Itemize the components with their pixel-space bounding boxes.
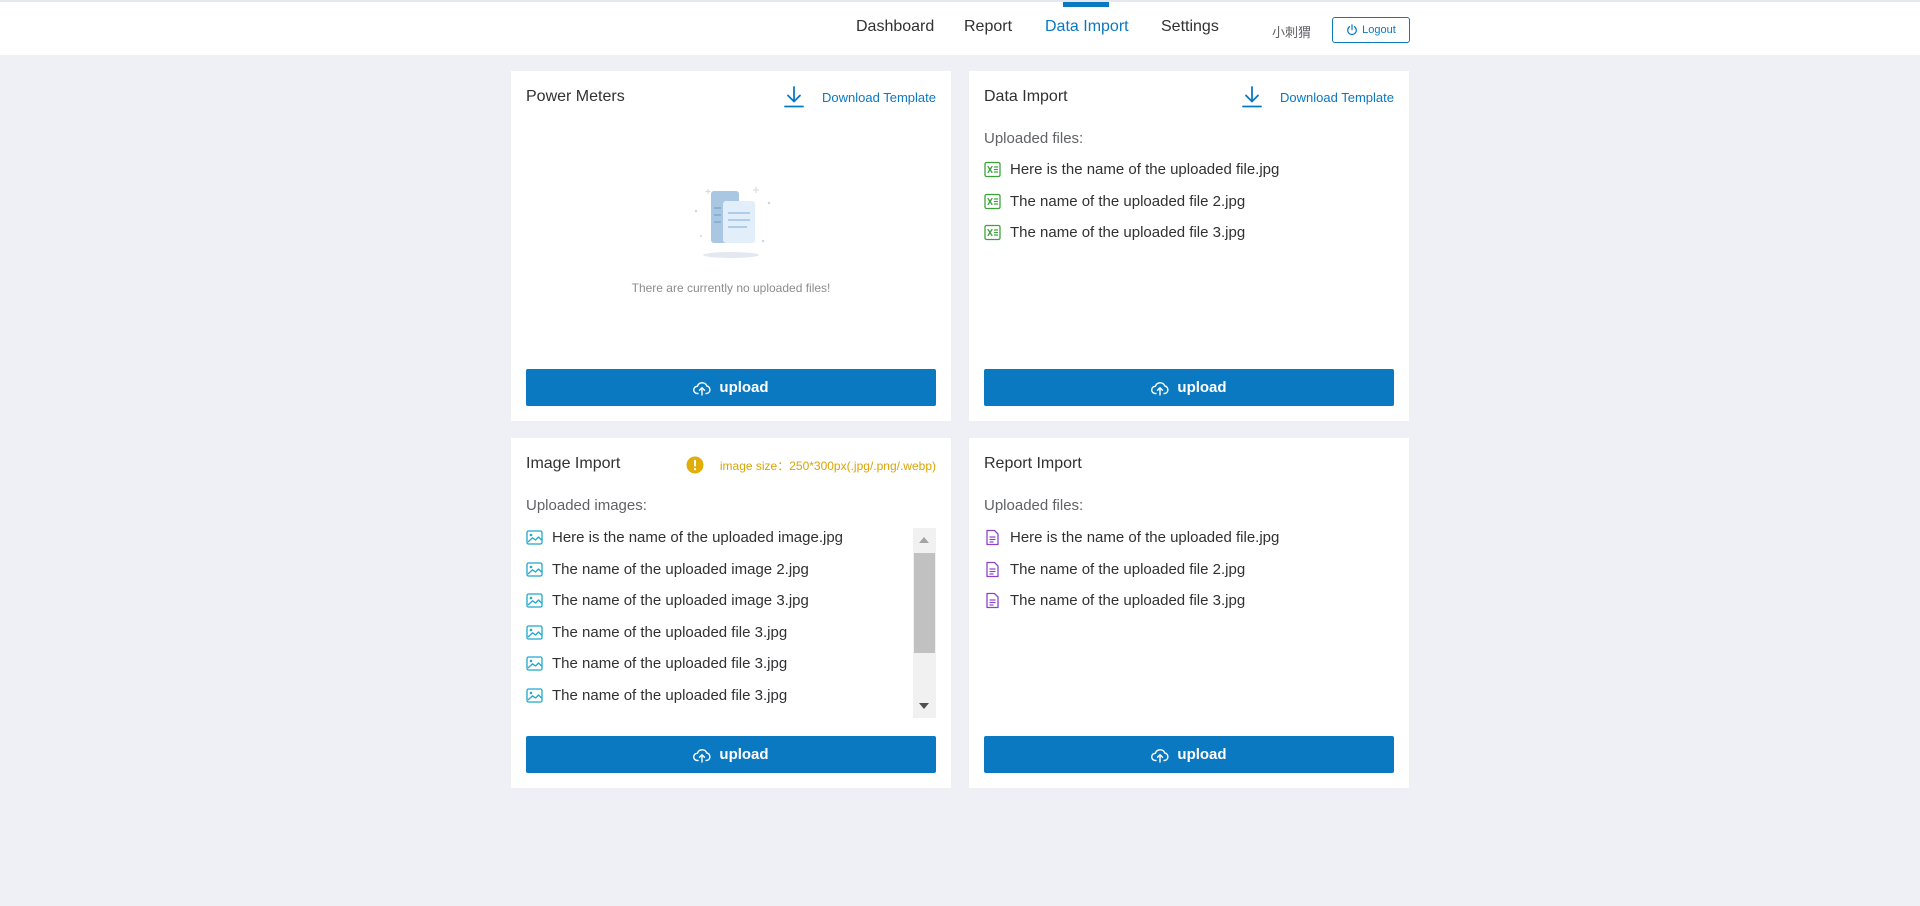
scroll-down-arrow-icon[interactable] [919,703,929,709]
image-file-icon [526,625,543,640]
excel-file-icon [984,193,1001,209]
data-import-card: Data Import Download Template Uploaded f… [969,71,1409,421]
nav-tab-dashboard[interactable]: Dashboard [856,18,934,36]
power-icon [1347,24,1357,35]
uploaded-images-scroll-area[interactable]: Here is the name of the uploaded image.j… [526,528,936,718]
empty-state: There are currently no uploaded files! [511,181,951,295]
file-name: The name of the uploaded image 2.jpg [552,560,809,578]
document-file-icon [986,561,999,577]
top-navigation-bar: Dashboard Report Data Import Settings 小刺… [0,0,1920,55]
uploaded-files-label: Uploaded files: [984,130,1084,147]
list-item[interactable]: The name of the uploaded image 2.jpg [526,554,843,586]
user-name: 小刺猬 [1272,25,1312,40]
logout-button[interactable]: Logout [1332,17,1410,43]
image-size-hint: image size：250*300px(.jpg/.png/.webp) [686,456,936,474]
list-item[interactable]: The name of the uploaded file 3.jpg [526,617,843,649]
list-item[interactable]: Here is the name of the uploaded image.j… [526,528,843,554]
image-file-icon [526,562,543,577]
upload-button[interactable]: upload [984,369,1394,406]
nav-tab-settings[interactable]: Settings [1161,18,1219,36]
upload-label: upload [1177,746,1227,763]
list-item[interactable]: The name of the uploaded file 2.jpg [984,186,1279,218]
cloud-upload-icon [693,381,711,396]
list-item[interactable]: Here is the name of the uploaded file.jp… [984,154,1279,186]
upload-label: upload [719,746,769,763]
upload-button[interactable]: upload [984,736,1394,773]
nav-tab-report[interactable]: Report [964,18,1012,36]
list-item[interactable]: The name of the uploaded file 3.jpg [984,217,1279,249]
list-item[interactable]: Here is the name of the uploaded file.jp… [984,522,1279,554]
uploaded-images-list: Here is the name of the uploaded image.j… [526,528,843,718]
list-item[interactable]: The name of the uploaded file 3.jpg [526,680,843,712]
image-size-hint-text: image size：250*300px(.jpg/.png/.webp) [719,458,936,473]
image-import-card: Image Import image size：250*300px(.jpg/.… [511,438,951,788]
image-file-icon [526,656,543,671]
image-file-icon [526,688,543,703]
upload-label: upload [1177,379,1227,396]
active-tab-indicator [1063,2,1109,7]
vertical-scrollbar[interactable] [913,528,936,718]
uploaded-images-label: Uploaded images: [526,497,647,514]
logout-label: Logout [1362,24,1396,36]
upload-label: upload [719,379,769,396]
file-name: The name of the uploaded file 3.jpg [1010,592,1246,610]
cloud-upload-icon [693,748,711,763]
file-name: The name of the uploaded file 2.jpg [1010,192,1246,210]
cloud-upload-icon [1151,381,1169,396]
upload-button[interactable]: upload [526,369,936,406]
report-import-card: Report Import Uploaded files: Here is th… [969,438,1409,788]
excel-file-icon [984,162,1001,178]
download-template-link[interactable]: Download Template [784,85,936,109]
file-name: The name of the uploaded image 3.jpg [552,592,809,610]
list-item[interactable]: The name of the uploaded file 2.jpg [984,554,1279,586]
empty-message: There are currently no uploaded files! [631,281,831,295]
file-name: Here is the name of the uploaded image.j… [552,529,844,547]
download-icon [784,86,804,108]
card-title: Data Import [984,88,1068,105]
list-item[interactable]: The name of the uploaded file 3.jpg [526,648,843,680]
uploaded-files-label: Uploaded files: [984,497,1084,514]
upload-button[interactable]: upload [526,736,936,773]
file-name: The name of the uploaded file 3.jpg [552,686,788,704]
empty-folder-illustration [694,187,771,258]
file-name: The name of the uploaded file 3.jpg [552,655,788,673]
document-file-icon [986,530,999,546]
uploaded-files-list: Here is the name of the uploaded file.jp… [984,522,1279,617]
image-file-icon [526,530,543,545]
image-file-icon [526,593,543,608]
file-name: The name of the uploaded file 3.jpg [552,623,788,641]
file-name: Here is the name of the uploaded file.jp… [1010,529,1280,547]
document-file-icon [986,593,999,609]
list-item-partial [526,711,843,718]
file-name: Here is the name of the uploaded file.jp… [1010,161,1280,179]
file-name: The name of the uploaded file 3.jpg [1010,224,1246,242]
file-name: The name of the uploaded file 2.jpg [1010,560,1246,578]
cloud-upload-icon [1151,748,1169,763]
scrollbar-thumb[interactable] [914,553,935,653]
list-item[interactable]: The name of the uploaded file 3.jpg [984,585,1279,617]
uploaded-files-list: Here is the name of the uploaded file.jp… [984,154,1279,249]
excel-file-icon [984,225,1001,241]
list-item[interactable]: The name of the uploaded image 3.jpg [526,585,843,617]
download-icon [1242,86,1262,108]
card-title: Image Import [526,455,621,472]
download-template-label: Download Template [822,89,936,105]
card-title: Report Import [984,455,1082,472]
download-template-link[interactable]: Download Template [1242,85,1394,109]
nav-tab-data-import[interactable]: Data Import [1045,18,1129,36]
download-template-label: Download Template [1280,89,1394,105]
card-title: Power Meters [526,88,625,105]
power-meters-card: Power Meters Download Template There are… [511,71,951,421]
exclamation-circle-icon [686,456,704,474]
scroll-up-arrow-icon[interactable] [919,537,929,543]
